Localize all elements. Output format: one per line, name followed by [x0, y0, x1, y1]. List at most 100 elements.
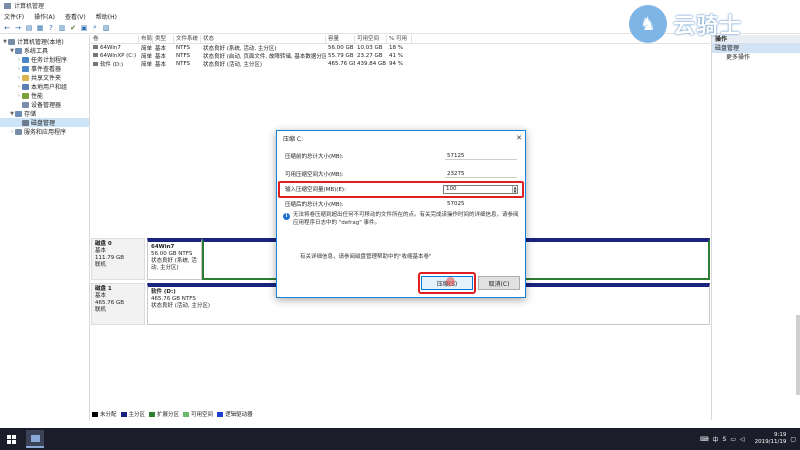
tree-item-label: 存储 — [24, 111, 37, 118]
disk-type: 基本 — [95, 248, 107, 254]
tree-node-icon — [22, 56, 29, 63]
watermark-text: 云骑士 — [673, 14, 743, 39]
total-before-value: 57125 — [445, 153, 517, 160]
drive-icon — [93, 45, 98, 49]
clock-time: 9:19 — [773, 432, 787, 438]
tree-item[interactable]: › 共享文件夹 — [0, 73, 89, 82]
notification-icon[interactable]: ▢ — [790, 436, 796, 443]
volume-cell: 56.00 GB — [328, 45, 354, 51]
sougou-icon[interactable]: S — [723, 436, 727, 443]
legend-label: 扩展分区 — [157, 412, 180, 418]
legend-item: 主分区 — [120, 410, 145, 418]
folder-icon[interactable]: ▣ — [80, 24, 88, 32]
column-header[interactable]: 可用空间 — [355, 34, 387, 44]
tree-item-label: 本地用户和组 — [31, 84, 68, 91]
partition-64win7[interactable]: 64Win7 56.00 GB NTFS 状态良好 (系统, 活动, 主分区) — [147, 238, 202, 280]
tree-item-label: 服务和应用程序 — [24, 129, 67, 136]
legend-label: 逻辑驱动器 — [225, 412, 253, 418]
tree-item-label: 系统工具 — [24, 48, 49, 55]
tree-node-icon — [22, 92, 29, 99]
tree-item[interactable]: ▼ 计算机管理(本地) — [0, 37, 89, 46]
ime-indicator[interactable]: 中 — [713, 435, 719, 444]
legend-swatch — [92, 411, 98, 417]
dialog-row: 压缩后的总计大小(MB): 57025 — [285, 199, 517, 209]
knight-logo-icon: ♞ — [629, 5, 667, 43]
actions-pane: 操作 磁盘管理 更多操作 — [711, 35, 800, 420]
scrollbar[interactable] — [796, 315, 800, 395]
navigation-tree: ▼ 计算机管理(本地) ▼ 系统工具 › 任务计划程序 › 事件查看器 › 共享文件夹 › 本地用户和… — [0, 35, 90, 420]
volume-row[interactable]: 64WinXP (C:) 简单 基本 NTFS 状态良好 (启动, 页面文件, 故障转储… — [91, 52, 710, 60]
watermark: ♞ 云骑士 — [629, 4, 749, 44]
tree-item[interactable]: › 服务和应用程序 — [0, 127, 89, 136]
volume-cell: 23.27 GB — [357, 53, 383, 59]
tree-item-label: 设备管理器 — [31, 102, 62, 109]
column-header[interactable]: 类型 — [153, 34, 174, 44]
help-text: 有关详细信息，请参阅磁盘管理帮助中的"收缩基本卷" — [300, 254, 432, 260]
available-space-value: 23275 — [445, 171, 517, 178]
column-header[interactable]: 容量 — [326, 34, 355, 44]
up-folder-icon[interactable]: ▤ — [25, 24, 33, 32]
view-icon[interactable]: ▧ — [102, 24, 110, 32]
legend-swatch — [217, 411, 224, 417]
tree-item[interactable]: 磁盘管理 — [0, 118, 89, 127]
legend-swatch — [120, 411, 127, 417]
taskbar-app-computer-management[interactable] — [26, 430, 44, 448]
click-indicator — [446, 277, 455, 286]
drive-icon — [93, 62, 98, 66]
volume-cell: 439.84 GB — [357, 61, 387, 67]
help-icon[interactable]: ? — [47, 24, 55, 32]
tree-item[interactable]: 设备管理器 — [0, 100, 89, 109]
close-icon[interactable]: ✕ — [513, 134, 525, 142]
menu-file[interactable]: 文件(F) — [4, 12, 24, 21]
tree-item[interactable]: › 性能 — [0, 91, 89, 100]
properties-icon[interactable]: ▥ — [58, 24, 66, 32]
clock[interactable]: 9:19 2019/11/19 — [755, 432, 787, 446]
volume-list-header: 卷 布局 类型 文件系统 状态 容量 可用空间 % 可用 — [91, 34, 710, 44]
menu-action[interactable]: 操作(A) — [34, 12, 55, 21]
show-tree-icon[interactable]: ▦ — [36, 24, 44, 32]
tree-item[interactable]: ▼ 存储 — [0, 109, 89, 118]
disk-status: 联机 — [95, 262, 107, 268]
menu-view[interactable]: 查看(V) — [65, 12, 86, 21]
tree-item[interactable]: › 任务计划程序 — [0, 55, 89, 64]
disk-size: 465.76 GB — [95, 300, 125, 306]
volume-icon[interactable]: ◁ — [740, 436, 745, 443]
tree-node-icon — [8, 38, 15, 45]
menu-help[interactable]: 帮助(H) — [96, 12, 117, 21]
check-icon[interactable]: ✔ — [69, 24, 77, 32]
volume-row[interactable]: 软件 (D:) 简单 基本 NTFS 状态良好 (活动, 主分区) 465.76 GB 43… — [91, 60, 710, 68]
column-header[interactable]: 状态 — [201, 34, 326, 44]
column-header[interactable]: 卷 — [91, 34, 139, 44]
volume-row[interactable]: 64Win7 简单 基本 NTFS 状态良好 (系统, 活动, 主分区) 56.00 GB… — [91, 44, 710, 52]
actions-section[interactable]: 磁盘管理 — [712, 44, 800, 53]
start-button[interactable] — [0, 428, 22, 450]
column-header[interactable]: 布局 — [139, 34, 153, 44]
keyboard-icon[interactable]: ⌨ — [700, 436, 709, 443]
tree-item[interactable]: › 事件查看器 — [0, 64, 89, 73]
network-icon[interactable]: ▭ — [730, 436, 736, 443]
partition-name: 64Win7 — [151, 244, 175, 250]
volume-cell: NTFS — [176, 61, 191, 67]
volume-name-cell: 64Win7 — [91, 45, 139, 51]
legend-item: 逻辑驱动器 — [217, 410, 253, 418]
forward-arrow-icon[interactable]: → — [14, 24, 22, 32]
back-arrow-icon[interactable]: ← — [3, 24, 11, 32]
disk-legend: 未分配 主分区 扩展分区 可用空间 逻辑驱动器 — [92, 410, 253, 418]
disk-info: 磁盘 1 基本 465.76 GB 联机 — [91, 283, 145, 325]
tree-item-label: 磁盘管理 — [31, 120, 56, 127]
app-icon — [4, 2, 11, 9]
tree-item[interactable]: ▼ 系统工具 — [0, 46, 89, 55]
volume-cell: 18 % — [389, 45, 403, 51]
column-header[interactable]: 文件系统 — [174, 34, 201, 44]
dialog-row: 压缩前的总计大小(MB): 57125 — [285, 151, 517, 161]
column-header[interactable]: % 可用 — [387, 34, 412, 44]
tree-node-icon — [22, 65, 29, 72]
search-icon[interactable]: ⌕ — [91, 23, 99, 32]
disk-size: 111.79 GB — [95, 255, 125, 261]
total-after-value: 57025 — [447, 201, 465, 207]
volume-cell: 简单 — [141, 54, 153, 60]
tree-node-icon — [22, 83, 29, 90]
more-actions-item[interactable]: 更多操作 — [712, 53, 800, 62]
cancel-button[interactable]: 取消(C) — [478, 276, 520, 290]
tree-item[interactable]: › 本地用户和组 — [0, 82, 89, 91]
